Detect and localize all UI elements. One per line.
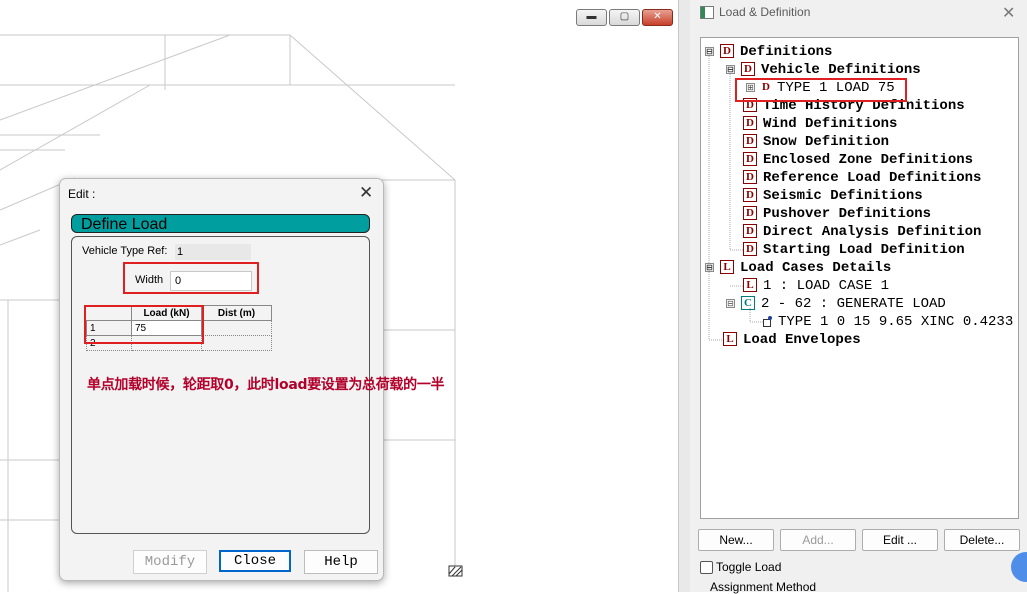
- edit-dialog: Edit : ✕ Define Load Vehicle Type Ref: 1…: [59, 178, 445, 581]
- define-load-header: Define Load: [71, 214, 370, 233]
- annotation-note: 单点加载时候，轮距取0，此时load要设置为总荷载的一半: [87, 377, 445, 393]
- table-row: 2: [86, 335, 272, 351]
- dialog-close-icon[interactable]: ✕: [359, 183, 373, 203]
- delete-button[interactable]: Delete...: [944, 529, 1020, 551]
- edit-button[interactable]: Edit ...: [862, 529, 938, 551]
- table-row: 1 75: [86, 320, 272, 336]
- dialog-title: Edit :: [68, 187, 96, 201]
- panel-close-icon[interactable]: ✕: [1002, 3, 1015, 23]
- close-button[interactable]: Close: [219, 550, 291, 572]
- load-definition-panel: Load & Definition ✕ ⊟ D Definitions ⊟ D Vehi…: [690, 0, 1027, 594]
- tree-connectors: [708, 56, 763, 341]
- grid-cell-dist[interactable]: [201, 320, 272, 336]
- grid-cell-load[interactable]: 75: [131, 320, 202, 336]
- new-button[interactable]: New...: [698, 529, 774, 551]
- load-grid[interactable]: Load (kN) Dist (m) 1 75 2: [86, 305, 272, 351]
- grid-cell-load[interactable]: [131, 335, 202, 351]
- panel-title: Load & Definition: [719, 5, 811, 19]
- modify-button[interactable]: Modify: [133, 550, 207, 574]
- floating-assistant-icon[interactable]: [1011, 552, 1027, 582]
- help-button[interactable]: Help: [304, 550, 378, 574]
- load-tree[interactable]: ⊟ D Definitions ⊟ D Vehicle Definitions ⊞ D TY…: [700, 37, 1019, 519]
- grid-row-number: 1: [86, 320, 132, 336]
- restore-button[interactable]: ▢: [609, 9, 640, 26]
- toggle-load-checkbox[interactable]: Toggle Load: [700, 559, 781, 575]
- grid-header-row: Load (kN) Dist (m): [86, 305, 272, 321]
- grid-cell-dist[interactable]: [201, 335, 272, 351]
- checkbox-icon[interactable]: [700, 561, 713, 575]
- grid-corner: [86, 305, 132, 321]
- vehicle-type-ref-value: 1: [175, 244, 251, 260]
- vehicle-type-ref-label: Vehicle Type Ref:: [82, 245, 168, 257]
- define-load-frame: Vehicle Type Ref: 1 Width 0 Load (kN) Di…: [71, 236, 445, 534]
- add-button[interactable]: Add...: [780, 529, 856, 551]
- grid-row-number: 2: [86, 335, 132, 351]
- width-input[interactable]: 0: [170, 271, 252, 291]
- panel-window-icon: [700, 6, 714, 19]
- grid-header-dist: Dist (m): [201, 305, 272, 321]
- grid-header-load: Load (kN): [131, 305, 202, 321]
- toggle-load-label: Toggle Load: [716, 560, 782, 574]
- close-window-button[interactable]: ✕: [642, 9, 673, 26]
- width-label: Width: [135, 274, 164, 286]
- minimize-button[interactable]: ▬: [576, 9, 607, 26]
